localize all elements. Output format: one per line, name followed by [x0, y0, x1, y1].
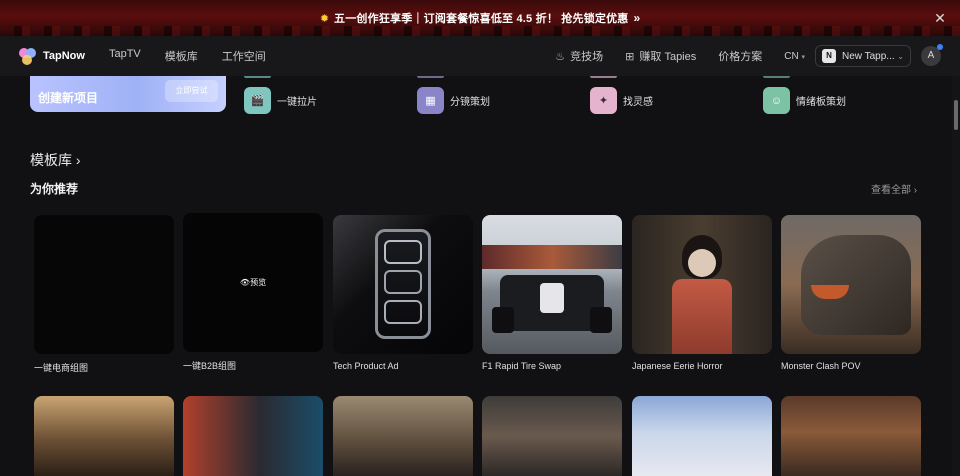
template-thumbnail	[632, 215, 772, 354]
language-selector[interactable]: CN ▾	[784, 51, 805, 62]
race-car-body	[540, 283, 564, 313]
try-now-button[interactable]: 立即尝试	[165, 80, 218, 102]
template-card[interactable]: 一键电商组图	[34, 215, 174, 374]
preview-label: 👁预览	[239, 278, 267, 287]
template-card[interactable]	[333, 396, 473, 476]
nav-earn[interactable]: ⊞ 赚取 Tapies	[625, 48, 696, 64]
nav-pricing-label: 价格方案	[718, 51, 763, 63]
create-project-card[interactable]: 创建新项目 立即尝试	[30, 76, 226, 112]
tool-breakdown[interactable]: 🎬 一键拉片	[244, 87, 317, 114]
close-icon[interactable]: ✕	[932, 10, 948, 26]
tool-top-edge	[244, 76, 271, 78]
tire-shape	[590, 307, 612, 333]
tool-label: 找灵感	[623, 97, 653, 108]
product-detail	[384, 300, 422, 324]
avatar[interactable]: A	[921, 44, 943, 66]
chevron-updown-icon: ⌄	[897, 51, 904, 61]
nav-link-templates[interactable]: 模板库	[165, 48, 198, 64]
logo-icon	[19, 47, 36, 65]
tool-label: 情绪板策划	[796, 97, 846, 108]
team-badge: N	[822, 49, 836, 63]
template-thumbnail	[781, 396, 921, 476]
recommended-title: 为你推荐	[30, 182, 79, 196]
tool-inspiration[interactable]: ✦ 找灵感	[590, 87, 653, 114]
top-nav: TapNow TapTV 模板库 工作空间 ♨ 竞技场 ⊞ 赚取 Tapies …	[0, 36, 960, 76]
template-thumbnail	[34, 215, 174, 354]
kimono-shape	[672, 279, 732, 354]
scrollbar-thumb[interactable]	[954, 100, 958, 130]
tire-shape	[492, 307, 514, 333]
product-detail	[384, 240, 422, 264]
clapper-icon: 🎬	[244, 87, 271, 114]
nav-arena[interactable]: ♨ 竞技场	[555, 48, 603, 64]
double-chevron-icon[interactable]: »	[634, 11, 641, 25]
template-thumbnail	[34, 396, 174, 476]
doll-face-shape	[688, 249, 716, 277]
nav-link-taptv[interactable]: TapTV	[109, 48, 141, 64]
view-all-link[interactable]: 查看全部 ›	[871, 181, 917, 196]
notification-dot	[937, 44, 943, 50]
product-shape	[375, 229, 431, 339]
tool-storyboard[interactable]: ▦ 分镜策划	[417, 87, 490, 114]
grandstand-shape	[482, 245, 622, 269]
template-library-title[interactable]: 模板库 ›	[30, 150, 81, 170]
template-label: Japanese Eerie Horror	[632, 361, 723, 371]
product-detail	[384, 270, 422, 294]
logo[interactable]: TapNow	[19, 47, 85, 65]
template-thumbnail	[781, 215, 921, 354]
chevron-down-icon: ▾	[801, 53, 805, 61]
template-card[interactable]: 👁预览 一键B2B组图	[183, 213, 323, 372]
template-thumbnail	[632, 396, 772, 476]
tool-label: 一键拉片	[277, 97, 317, 108]
template-card[interactable]: Japanese Eerie Horror	[632, 215, 772, 371]
nav-link-workspace[interactable]: 工作空间	[222, 48, 266, 64]
sparkle-icon: ✦	[590, 87, 617, 114]
sun-icon: ✹	[319, 12, 330, 25]
nav-earn-label: 赚取 Tapies	[639, 51, 697, 63]
template-card[interactable]: F1 Rapid Tire Swap	[482, 215, 622, 371]
template-card[interactable]	[632, 396, 772, 476]
promo-text[interactable]: 五一创作狂享季｜订阅套餐惊喜低至 4.5 折！ 抢先锁定优惠	[334, 10, 628, 26]
template-card[interactable]: Tech Product Ad	[333, 215, 473, 371]
template-thumbnail	[183, 396, 323, 476]
tool-top-edge	[417, 76, 444, 78]
template-thumbnail	[482, 215, 622, 354]
promo-banner[interactable]: ✹ 五一创作狂享季｜订阅套餐惊喜低至 4.5 折！ 抢先锁定优惠 » ✕	[0, 0, 960, 36]
template-label: 一键电商组图	[34, 363, 89, 373]
smile-icon: ☺	[763, 87, 790, 114]
tool-top-edge	[590, 76, 617, 78]
template-thumbnail: 👁预览	[183, 213, 323, 352]
language-label: CN	[784, 50, 799, 62]
template-card[interactable]: Monster Clash POV	[781, 215, 921, 371]
template-card[interactable]	[183, 396, 323, 476]
team-name: New Tapp...	[842, 50, 895, 62]
tool-moodboard[interactable]: ☺ 情绪板策划	[763, 87, 846, 114]
template-card[interactable]	[482, 396, 622, 476]
avatar-initial: A	[927, 50, 935, 61]
template-label: Tech Product Ad	[333, 361, 399, 371]
gift-icon: ⊞	[625, 50, 635, 63]
flame-icon: ♨	[555, 50, 566, 63]
template-thumbnail	[333, 396, 473, 476]
nav-pricing[interactable]: 价格方案	[718, 48, 762, 64]
template-thumbnail	[482, 396, 622, 476]
grid-icon: ▦	[417, 87, 444, 114]
scrollbar-track[interactable]	[952, 76, 960, 476]
tool-top-edge	[763, 76, 790, 78]
template-label: Monster Clash POV	[781, 361, 861, 371]
tool-label: 分镜策划	[450, 97, 490, 108]
template-card[interactable]	[34, 396, 174, 476]
template-label: F1 Rapid Tire Swap	[482, 361, 562, 371]
nav-arena-label: 竞技场	[570, 51, 604, 63]
team-selector[interactable]: N New Tapp... ⌄	[815, 45, 911, 67]
template-label: 一键B2B组图	[183, 361, 237, 371]
preview-overlay[interactable]: 👁预览	[183, 213, 323, 352]
template-thumbnail	[333, 215, 473, 354]
create-project-title: 创建新项目	[38, 91, 99, 105]
template-card[interactable]	[781, 396, 921, 476]
logo-text: TapNow	[43, 50, 85, 62]
